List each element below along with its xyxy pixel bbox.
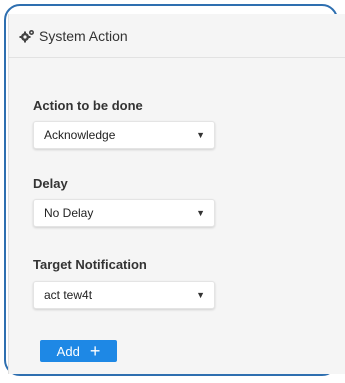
panel-title: System Action: [39, 27, 128, 44]
caret-down-icon: ▼: [196, 208, 205, 218]
add-button-label: Add: [56, 343, 80, 359]
action-select-value: Acknowledge: [44, 128, 116, 142]
action-label: Action to be done: [33, 98, 143, 113]
system-action-panel: System Action Action to be done Acknowle…: [8, 14, 345, 374]
target-notification-select[interactable]: act tew4t ▼: [33, 281, 215, 309]
delay-select[interactable]: No Delay ▼: [33, 199, 215, 227]
action-select[interactable]: Acknowledge ▼: [33, 121, 215, 149]
add-button[interactable]: Add +: [40, 340, 117, 362]
delay-select-value: No Delay: [44, 206, 94, 220]
panel-header: System Action: [9, 14, 345, 58]
plus-icon: +: [89, 341, 101, 361]
caret-down-icon: ▼: [196, 290, 205, 300]
gears-icon: [19, 28, 35, 44]
delay-label: Delay: [33, 176, 68, 191]
target-notification-label: Target Notification: [33, 257, 147, 272]
target-notification-value: act tew4t: [44, 288, 93, 302]
caret-down-icon: ▼: [196, 130, 205, 140]
